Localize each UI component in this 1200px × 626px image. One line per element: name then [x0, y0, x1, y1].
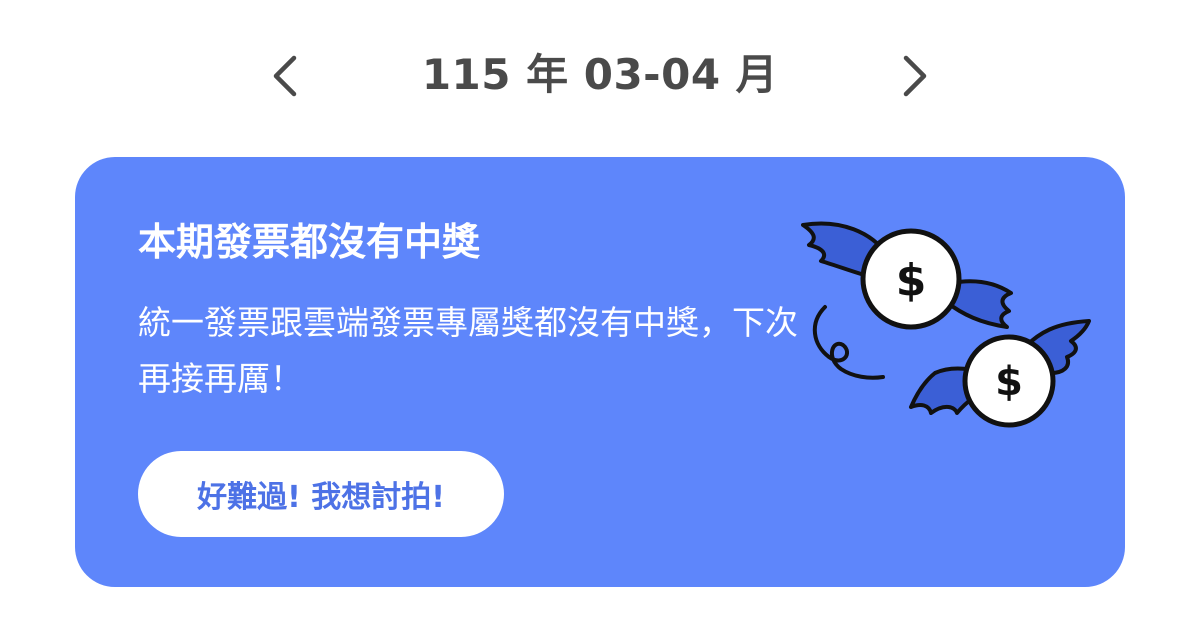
- period-navigation: 115 年 03-04 月: [0, 0, 1200, 150]
- no-prize-result-card: 本期發票都沒有中獎 統一發票跟雲端發票專屬獎都沒有中獎，下次再接再厲！ 好難過!…: [75, 157, 1125, 587]
- period-title: 115 年 03-04 月: [421, 50, 779, 99]
- result-message: 統一發票跟雲端發票專屬獎都沒有中獎，下次再接再厲！: [138, 303, 798, 398]
- flying-money-icon: $ $: [801, 221, 1091, 428]
- chevron-right-icon: [903, 55, 927, 97]
- result-heading: 本期發票都沒有中獎: [138, 220, 481, 264]
- svg-text:$: $: [896, 255, 927, 306]
- svg-text:$: $: [995, 359, 1023, 405]
- comfort-me-button[interactable]: 好難過! 我想討拍!: [138, 451, 504, 537]
- next-period-button[interactable]: [886, 48, 942, 104]
